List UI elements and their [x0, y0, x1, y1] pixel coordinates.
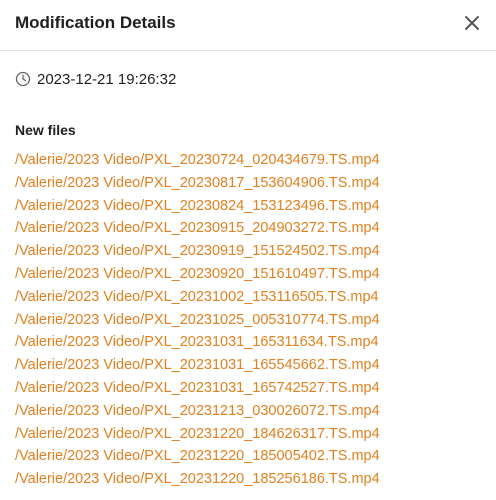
new-files-heading: New files	[15, 122, 76, 138]
file-link[interactable]: /Valerie/2023 Video/PXL_20230817_1536049…	[15, 172, 380, 195]
file-link[interactable]: /Valerie/2023 Video/PXL_20231031_1655456…	[15, 354, 380, 377]
file-link[interactable]: /Valerie/2023 Video/PXL_20231025_0053107…	[15, 309, 380, 332]
file-link[interactable]: /Valerie/2023 Video/PXL_20230724_0204346…	[15, 149, 380, 172]
file-link[interactable]: /Valerie/2023 Video/PXL_20230915_2049032…	[15, 217, 380, 240]
timestamp-row: 2023-12-21 19:26:32	[15, 70, 176, 88]
new-files-list: /Valerie/2023 Video/PXL_20230724_0204346…	[15, 149, 380, 491]
file-link[interactable]: /Valerie/2023 Video/PXL_20231002_1531165…	[15, 286, 380, 309]
file-link[interactable]: /Valerie/2023 Video/PXL_20231031_1653116…	[15, 331, 380, 354]
dialog-header: Modification Details	[0, 0, 496, 51]
file-link[interactable]: /Valerie/2023 Video/PXL_20231213_0300260…	[15, 400, 380, 423]
file-link[interactable]: /Valerie/2023 Video/PXL_20230824_1531234…	[15, 195, 380, 218]
modification-timestamp: 2023-12-21 19:26:32	[37, 70, 177, 88]
dialog-title: Modification Details	[15, 13, 176, 32]
file-link[interactable]: /Valerie/2023 Video/PXL_20231031_1657425…	[15, 377, 380, 400]
file-link[interactable]: /Valerie/2023 Video/PXL_20231220_1846263…	[15, 423, 380, 446]
close-icon[interactable]	[462, 13, 482, 33]
file-link[interactable]: /Valerie/2023 Video/PXL_20230919_1515245…	[15, 240, 380, 263]
file-link[interactable]: /Valerie/2023 Video/PXL_20231220_1850054…	[15, 445, 380, 468]
file-link[interactable]: /Valerie/2023 Video/PXL_20231220_1852561…	[15, 468, 380, 491]
file-link[interactable]: /Valerie/2023 Video/PXL_20230920_1516104…	[15, 263, 380, 286]
clock-icon	[15, 71, 31, 87]
modification-details-dialog: Modification Details 2023-12-21 19:26:32…	[0, 0, 496, 500]
